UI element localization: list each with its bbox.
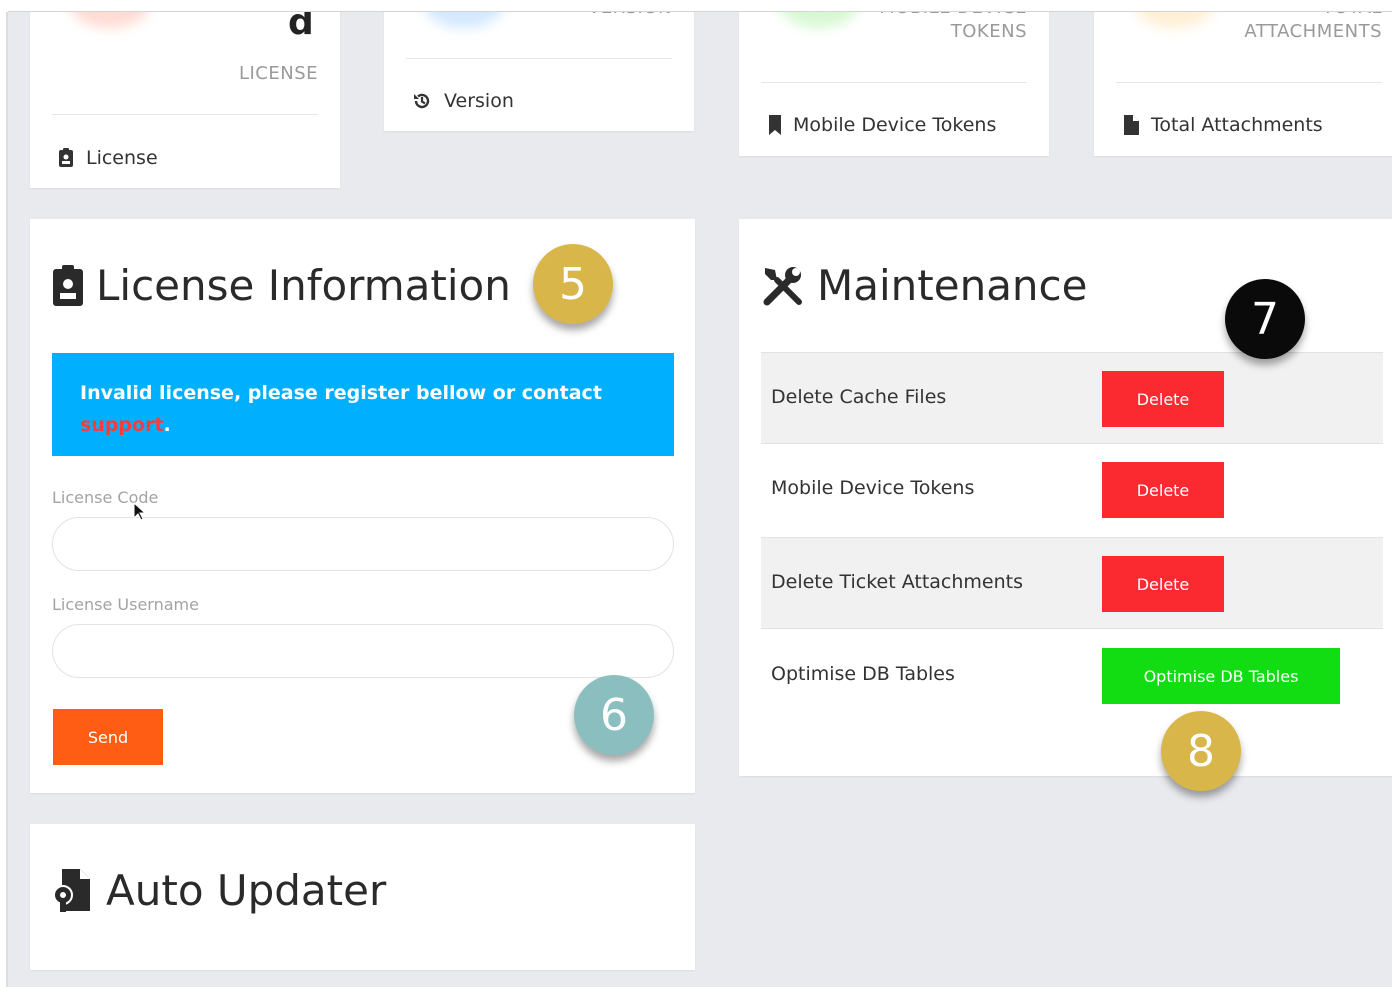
annotation-badge-6: 6 bbox=[574, 675, 654, 755]
maintenance-row: Delete Ticket Attachments Delete bbox=[761, 537, 1383, 629]
stat-footer-label: License bbox=[86, 147, 158, 169]
license-username-input[interactable] bbox=[52, 624, 674, 678]
license-panel-title-text: License Information bbox=[96, 261, 511, 310]
stat-label-line1: MOBILE DEVICE bbox=[879, 12, 1027, 20]
stat-label-version: VERSION bbox=[588, 12, 672, 20]
stat-circle-mobile-tokens bbox=[779, 12, 859, 28]
auto-updater-title: Auto Updater bbox=[52, 866, 386, 915]
stat-footer-label: Total Attachments bbox=[1151, 114, 1323, 136]
stat-footer-mobile-tokens[interactable]: Mobile Device Tokens bbox=[769, 114, 996, 136]
stat-card-attachments: TOTAL ATTACHMENTS Total Attachments bbox=[1094, 12, 1392, 156]
stat-divider bbox=[1116, 82, 1382, 83]
stat-card-version: VERSION Version bbox=[384, 12, 694, 131]
auto-updater-title-text: Auto Updater bbox=[106, 866, 387, 915]
stat-label-attachments: TOTAL ATTACHMENTS bbox=[1244, 12, 1382, 44]
stat-divider bbox=[761, 82, 1027, 83]
mouse-cursor-icon bbox=[133, 502, 147, 521]
history-icon bbox=[414, 93, 430, 109]
optimise-db-button[interactable]: Optimise DB Tables bbox=[1102, 648, 1340, 704]
stat-card-mobile-tokens: MOBILE DEVICE TOKENS Mobile Device Token… bbox=[739, 12, 1049, 156]
license-alert-text: Invalid license, please register bellow … bbox=[80, 382, 602, 404]
annotation-badge-8: 8 bbox=[1161, 711, 1241, 791]
delete-mobile-tokens-button[interactable]: Delete bbox=[1102, 462, 1224, 518]
maintenance-row: Optimise DB Tables Optimise DB Tables bbox=[761, 630, 1383, 722]
stat-footer-attachments[interactable]: Total Attachments bbox=[1124, 114, 1323, 136]
file-key-icon bbox=[53, 868, 90, 912]
tools-icon bbox=[763, 266, 802, 305]
stat-label-license: LICENSE bbox=[238, 63, 318, 84]
stat-circle-license bbox=[70, 12, 150, 28]
auto-updater-panel: Auto Updater bbox=[30, 824, 695, 970]
license-panel-title: License Information bbox=[52, 261, 511, 310]
delete-attachments-button[interactable]: Delete bbox=[1102, 556, 1224, 612]
maintenance-row-label: Delete Ticket Attachments bbox=[771, 571, 1024, 593]
stat-label-line1: TOTAL bbox=[1244, 12, 1382, 20]
bookmark-icon bbox=[769, 115, 781, 135]
annotation-badge-7: 7 bbox=[1225, 279, 1305, 359]
stat-label-line2: TOKENS bbox=[950, 21, 1027, 42]
file-icon bbox=[1124, 115, 1139, 135]
dashboard-canvas: d LICENSE License VERSION Version MOBILE… bbox=[8, 12, 1392, 987]
stat-footer-label: Mobile Device Tokens bbox=[793, 114, 997, 136]
license-alert-end: . bbox=[163, 414, 171, 436]
stat-label-mobile-tokens: MOBILE DEVICE TOKENS bbox=[879, 12, 1027, 44]
license-alert: Invalid license, please register bellow … bbox=[52, 353, 674, 456]
stat-circle-attachments bbox=[1134, 12, 1214, 28]
send-button[interactable]: Send bbox=[53, 709, 163, 765]
annotation-badge-5: 5 bbox=[533, 244, 613, 324]
maintenance-row: Delete Cache Files Delete bbox=[761, 352, 1383, 444]
stat-circle-version bbox=[424, 12, 504, 28]
stat-divider bbox=[406, 58, 672, 59]
maintenance-panel-title-text: Maintenance bbox=[817, 261, 1088, 310]
stat-footer-version[interactable]: Version bbox=[412, 90, 514, 112]
license-code-input[interactable] bbox=[52, 517, 674, 571]
maintenance-row-label: Optimise DB Tables bbox=[771, 663, 955, 685]
maintenance-row: Mobile Device Tokens Delete bbox=[761, 444, 1383, 536]
stat-footer-license[interactable]: License bbox=[58, 147, 158, 169]
stat-divider bbox=[52, 114, 318, 115]
maintenance-row-label: Delete Cache Files bbox=[771, 386, 947, 408]
maintenance-row-label: Mobile Device Tokens bbox=[771, 477, 975, 499]
stat-value-license: d bbox=[288, 12, 314, 43]
id-badge-icon bbox=[53, 264, 83, 306]
stat-card-license: d LICENSE License bbox=[30, 12, 340, 188]
support-link[interactable]: support bbox=[80, 414, 164, 436]
stat-footer-label: Version bbox=[444, 90, 514, 112]
id-badge-icon bbox=[59, 148, 73, 167]
stat-label-line2: ATTACHMENTS bbox=[1244, 21, 1382, 42]
maintenance-panel-title: Maintenance bbox=[761, 261, 1087, 310]
delete-cache-button[interactable]: Delete bbox=[1102, 371, 1224, 427]
license-username-label: License Username bbox=[52, 595, 199, 614]
